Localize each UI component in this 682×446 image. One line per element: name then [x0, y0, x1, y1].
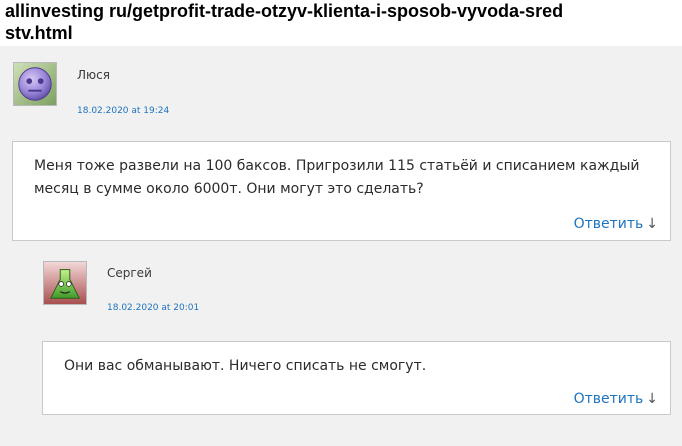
- comment-date-link[interactable]: 18.02.2020 at 20:01: [107, 303, 199, 313]
- reply-button[interactable]: Ответить ↓: [574, 216, 658, 232]
- comment-text: Меня тоже развели на 100 баксов. Пригроз…: [34, 158, 640, 197]
- reply-button[interactable]: Ответить ↓: [574, 391, 658, 407]
- comment-author: Люся: [77, 68, 110, 82]
- green-flask-avatar-icon: [44, 262, 86, 304]
- avatar: [43, 261, 87, 305]
- page-url: allinvesting ru/getprofit-trade-otzyv-kl…: [5, 1, 564, 43]
- comment-body: Меня тоже развели на 100 баксов. Пригроз…: [12, 141, 671, 241]
- avatar: [13, 62, 57, 106]
- purple-smiley-avatar-icon: [14, 63, 56, 105]
- page-header: allinvesting ru/getprofit-trade-otzyv-kl…: [0, 0, 682, 46]
- comment-date-link[interactable]: 18.02.2020 at 19:24: [77, 106, 169, 116]
- reply-label: Ответить: [573, 391, 644, 407]
- comment-text: Они вас обманывают. Ничего списать не см…: [64, 358, 427, 374]
- arrow-down-icon: ↓: [646, 391, 658, 407]
- comment-body: Они вас обманывают. Ничего списать не см…: [42, 341, 671, 415]
- reply-label: Ответить: [573, 216, 644, 232]
- comment-author: Сергей: [107, 266, 152, 280]
- arrow-down-icon: ↓: [646, 216, 658, 232]
